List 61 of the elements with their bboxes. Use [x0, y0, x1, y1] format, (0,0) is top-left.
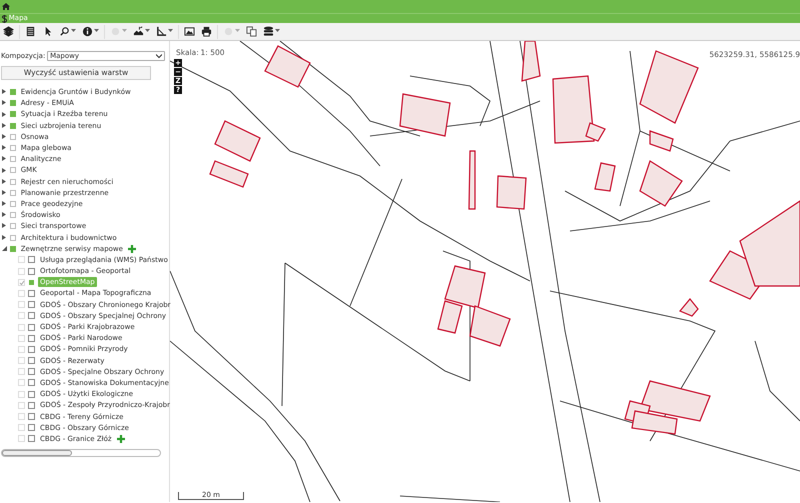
dollar-icon: [2, 14, 7, 22]
layer-checkbox[interactable]: [10, 234, 16, 241]
expand-arrow-icon[interactable]: [2, 165, 7, 176]
chevron-icon: [156, 53, 162, 60]
database-icon: [263, 26, 274, 37]
layer-checkbox[interactable]: [10, 145, 16, 152]
expand-arrow-icon[interactable]: [2, 232, 7, 243]
tools-icon: [133, 26, 144, 37]
layer-checkbox[interactable]: [28, 379, 35, 386]
home-icon[interactable]: [2, 3, 10, 10]
horizontal-scrollbar[interactable]: [1, 448, 161, 456]
layer-checkbox[interactable]: [28, 424, 35, 432]
layer-checkbox[interactable]: [10, 89, 16, 96]
layer-checkbox[interactable]: [28, 357, 35, 364]
ruler-icon: [156, 26, 167, 37]
layer-checkbox[interactable]: [10, 178, 16, 185]
expand-arrow-icon[interactable]: [2, 176, 7, 187]
layer-checkbox[interactable]: [10, 156, 16, 162]
layer-checkbox[interactable]: [28, 402, 35, 409]
layer-checkbox[interactable]: [10, 246, 16, 252]
layer-checkbox[interactable]: [28, 334, 35, 342]
expand-arrow-icon[interactable]: [2, 198, 7, 209]
expand-arrow-icon[interactable]: [2, 244, 7, 254]
expand-arrow-icon[interactable]: [2, 109, 7, 120]
layer-checkbox[interactable]: [10, 167, 16, 174]
circle-icon: [223, 26, 234, 37]
layer-checkbox[interactable]: [10, 190, 16, 196]
layer-checkbox[interactable]: [28, 256, 35, 264]
visibility-checkbox[interactable]: [18, 278, 25, 286]
add-icon[interactable]: [116, 434, 125, 443]
circle-icon: [110, 26, 121, 37]
map-drawing[interactable]: [170, 41, 800, 502]
layer-checkbox[interactable]: [28, 301, 35, 308]
layer-checkbox[interactable]: [28, 390, 35, 398]
expand-arrow-icon[interactable]: [2, 188, 7, 198]
print-icon: [201, 26, 212, 37]
search-icon: [59, 26, 70, 37]
add-icon[interactable]: [128, 244, 136, 253]
expand-arrow-icon[interactable]: [2, 120, 7, 131]
layer-checkbox[interactable]: [28, 290, 35, 297]
layer-checkbox[interactable]: [28, 413, 35, 420]
layer-checkbox[interactable]: [10, 134, 16, 140]
layer-checkbox[interactable]: [10, 111, 16, 118]
layer-checkbox[interactable]: [28, 435, 35, 442]
table-icon: [25, 26, 36, 37]
expand-arrow-icon[interactable]: [2, 132, 7, 142]
layer-checkbox[interactable]: [10, 223, 16, 230]
layer-checkbox[interactable]: [28, 368, 35, 376]
copy-icon: [246, 26, 257, 37]
layer-checkbox[interactable]: [28, 324, 35, 331]
layer-checkbox[interactable]: [10, 100, 16, 106]
layer-checkbox[interactable]: [28, 346, 35, 353]
info-icon: [82, 26, 93, 37]
image-icon: [184, 26, 195, 37]
layer-checkbox[interactable]: [28, 268, 35, 275]
layer-checkbox[interactable]: [10, 212, 16, 218]
layers-icon: [3, 26, 14, 37]
layer-checkbox[interactable]: [10, 200, 16, 207]
toolbar-button[interactable]: [0, 24, 17, 40]
layer-checkbox[interactable]: [10, 122, 16, 129]
layer-checkbox[interactable]: [28, 312, 35, 320]
